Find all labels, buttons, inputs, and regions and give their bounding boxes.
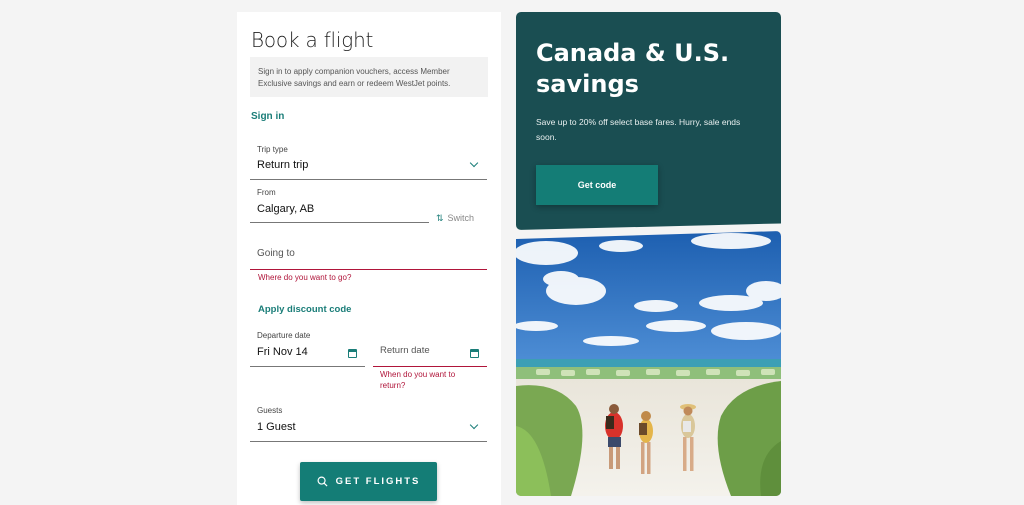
going-to-placeholder: Going to xyxy=(257,248,295,259)
going-to-error: Where do you want to go? xyxy=(258,273,352,282)
promo-card: Canada & U.S. savings Save up to 20% off… xyxy=(516,12,781,230)
return-date-field[interactable]: Return date xyxy=(373,325,487,367)
sign-in-link[interactable]: Sign in xyxy=(251,111,284,122)
from-field[interactable]: From Calgary, AB xyxy=(250,182,429,223)
calendar-icon xyxy=(470,349,479,358)
from-label: From xyxy=(257,188,276,197)
guests-label: Guests xyxy=(257,406,283,415)
get-code-button[interactable]: Get code xyxy=(536,165,658,205)
trip-type-value: Return trip xyxy=(257,159,309,171)
switch-button[interactable]: ⇅ Switch xyxy=(436,213,474,224)
going-to-field[interactable]: Going to xyxy=(250,237,487,270)
get-flights-label: GET FLIGHTS xyxy=(335,476,421,487)
calendar-icon xyxy=(348,349,357,358)
beach-photo xyxy=(516,231,781,496)
switch-label: Switch xyxy=(447,213,475,223)
guests-value: 1 Guest xyxy=(257,421,296,433)
chevron-down-icon xyxy=(469,420,479,430)
swap-icon: ⇅ xyxy=(436,213,444,223)
from-value: Calgary, AB xyxy=(257,203,315,215)
booking-panel: Book a flight Sign in to apply companion… xyxy=(237,12,501,505)
promo-description: Save up to 20% off select base fares. Hu… xyxy=(536,117,741,142)
search-icon xyxy=(317,476,328,487)
departure-label: Departure date xyxy=(257,331,311,340)
departure-date-field[interactable]: Departure date Fri Nov 14 xyxy=(250,325,365,367)
promo-headline: Canada & U.S. savings xyxy=(536,39,730,98)
return-date-error: When do you want to return? xyxy=(380,370,456,390)
page-title: Book a flight xyxy=(251,28,374,52)
departure-value: Fri Nov 14 xyxy=(257,346,308,358)
get-flights-button[interactable]: GET FLIGHTS xyxy=(300,462,437,501)
return-placeholder: Return date xyxy=(380,345,430,356)
trip-type-select[interactable]: Trip type Return trip xyxy=(250,140,487,180)
guests-select[interactable]: Guests 1 Guest xyxy=(250,402,487,442)
chevron-down-icon xyxy=(469,158,479,168)
beach-illustration xyxy=(516,231,781,496)
apply-discount-link[interactable]: Apply discount code xyxy=(258,304,351,315)
trip-type-label: Trip type xyxy=(257,145,288,154)
sign-in-note: Sign in to apply companion vouchers, acc… xyxy=(250,57,488,97)
